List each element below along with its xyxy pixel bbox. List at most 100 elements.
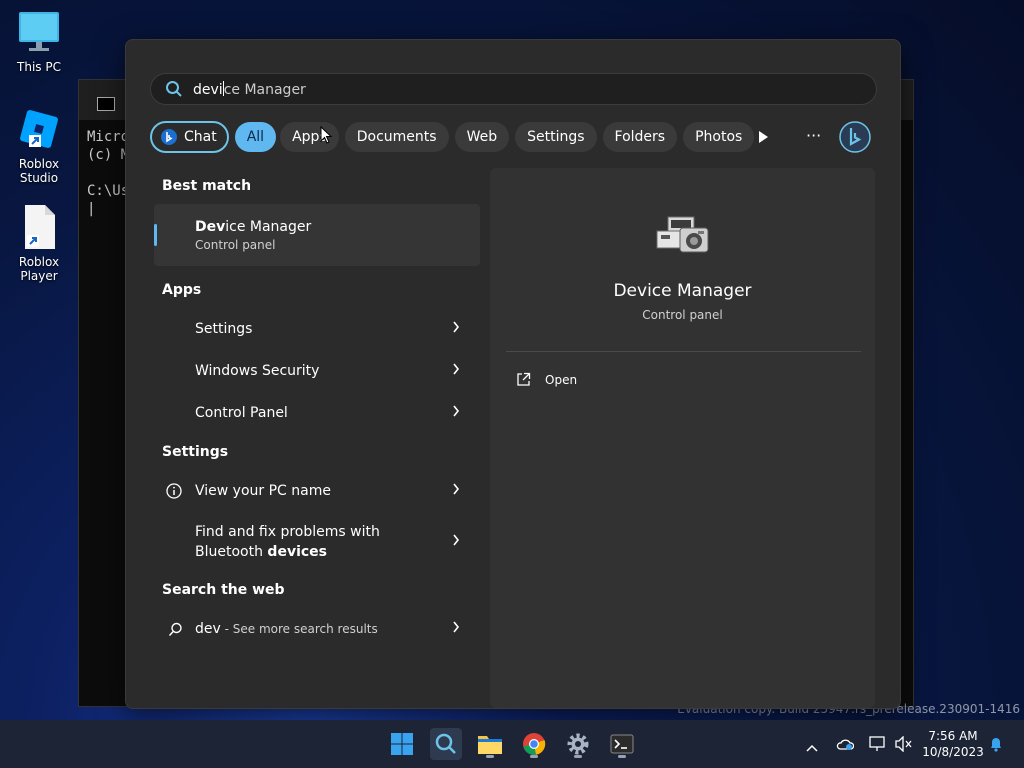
- section-title: Best match: [162, 178, 252, 194]
- chrome-icon: [523, 733, 546, 755]
- result-label: View your PC name: [195, 483, 331, 499]
- chevron-up-icon[interactable]: [806, 737, 818, 756]
- running-indicator: [574, 755, 582, 758]
- taskbar-terminal[interactable]: [606, 728, 638, 760]
- chip-label: Documents: [356, 129, 437, 145]
- device-manager-icon: [654, 214, 710, 264]
- search-query: device Manager: [193, 80, 306, 98]
- more-options-icon[interactable]: ···: [806, 126, 821, 145]
- notification-bell-icon[interactable]: [989, 736, 1003, 756]
- section-title: Apps: [162, 282, 202, 298]
- preview-title: Device Manager: [613, 281, 752, 301]
- monitor-icon: [17, 10, 61, 56]
- chevron-right-icon[interactable]: [452, 621, 460, 637]
- results-list: Best match Device Manager Control panel …: [154, 168, 480, 650]
- folder-icon: [478, 736, 502, 754]
- preview-subtitle: Control panel: [642, 308, 723, 322]
- result-title: Device Manager: [195, 219, 311, 235]
- clock-time: 7:56 AM: [928, 729, 978, 743]
- windows-logo-icon: [391, 733, 413, 755]
- chip-label: Photos: [695, 129, 743, 145]
- chip-label: Folders: [614, 129, 666, 145]
- result-web-search[interactable]: dev - See more search results: [154, 608, 480, 650]
- search-icon: [435, 733, 456, 754]
- running-indicator: [618, 755, 626, 758]
- chip-label: Chat: [184, 129, 217, 145]
- divider: [506, 351, 861, 352]
- taskbar: 7:56 AM 10/8/2023: [0, 720, 1024, 768]
- play-more-icon[interactable]: [756, 129, 770, 148]
- search-input[interactable]: device Manager: [150, 73, 877, 105]
- match-highlight: devices: [267, 544, 327, 560]
- desktop-icon-roblox-studio[interactable]: Roblox Studio: [1, 105, 77, 185]
- chip-all[interactable]: All: [234, 122, 277, 152]
- selection-indicator: [154, 224, 157, 246]
- chevron-right-icon[interactable]: [452, 532, 460, 552]
- result-windows-security[interactable]: Windows Security: [154, 350, 480, 392]
- running-indicator: [486, 755, 494, 758]
- bing-icon: [160, 128, 178, 146]
- taskbar-chrome[interactable]: [518, 728, 550, 760]
- chip-chat[interactable]: Chat: [150, 121, 229, 153]
- result-label: Find and fix problems with Bluetooth dev…: [195, 522, 380, 562]
- result-label: Control Panel: [195, 405, 288, 421]
- result-settings[interactable]: Settings: [154, 308, 480, 350]
- best-match-device-manager[interactable]: Device Manager Control panel: [154, 204, 480, 266]
- clock-date: 10/8/2023: [922, 745, 984, 759]
- open-external-icon: [516, 372, 531, 387]
- network-icon[interactable]: [868, 736, 886, 756]
- desktop-icon-label: Roblox Studio: [18, 157, 60, 185]
- chip-web[interactable]: Web: [454, 122, 510, 152]
- section-title: Settings: [162, 444, 229, 460]
- label-line: Find and fix problems with: [195, 524, 380, 540]
- filter-chips: Chat All Apps Documents Web Settings Fol…: [150, 121, 755, 153]
- result-bluetooth-troubleshoot[interactable]: Find and fix problems with Bluetooth dev…: [154, 512, 480, 572]
- taskbar-settings[interactable]: [562, 728, 594, 760]
- clock[interactable]: 7:56 AM 10/8/2023: [918, 728, 988, 760]
- chevron-right-icon[interactable]: [452, 405, 460, 421]
- chip-photos[interactable]: Photos: [683, 122, 755, 152]
- bing-chat-icon[interactable]: [839, 121, 871, 157]
- mouse-cursor-icon: [320, 125, 333, 148]
- result-label: Settings: [195, 321, 253, 337]
- desktop-icon-this-pc[interactable]: This PC: [1, 10, 77, 74]
- chip-label: Settings: [527, 129, 585, 145]
- taskbar-search-button[interactable]: [430, 728, 462, 760]
- search-icon: [168, 622, 183, 641]
- chip-label: All: [246, 129, 265, 145]
- info-icon: [166, 483, 182, 503]
- desktop-icon-label: This PC: [17, 60, 61, 74]
- onedrive-icon[interactable]: [836, 736, 855, 755]
- search-icon: [165, 80, 183, 98]
- desktop-icon-roblox-player[interactable]: Roblox Player: [1, 203, 77, 283]
- typed-text: devi: [193, 81, 223, 98]
- open-action[interactable]: Open: [516, 372, 577, 387]
- web-query: dev: [195, 621, 221, 637]
- chevron-right-icon[interactable]: [452, 363, 460, 379]
- chip-folders[interactable]: Folders: [602, 122, 678, 152]
- gear-icon: [567, 733, 589, 755]
- autocomplete-text: ce Manager: [223, 81, 306, 98]
- terminal-icon: [610, 734, 634, 754]
- cmd-icon: [97, 97, 115, 111]
- chip-settings[interactable]: Settings: [515, 122, 597, 152]
- result-label: Windows Security: [195, 363, 320, 379]
- volume-muted-icon[interactable]: [894, 735, 912, 756]
- chevron-right-icon[interactable]: [452, 483, 460, 499]
- chevron-right-icon[interactable]: [452, 321, 460, 337]
- label-text: Bluetooth: [195, 544, 268, 560]
- result-control-panel[interactable]: Control Panel: [154, 392, 480, 434]
- roblox-studio-icon: [15, 105, 63, 153]
- desktop-icon-label: Roblox Player: [18, 255, 60, 283]
- match-highlight: Dev: [195, 218, 226, 235]
- result-subtitle: Control panel: [195, 237, 276, 252]
- open-label: Open: [545, 372, 578, 387]
- file-icon: [19, 203, 59, 251]
- taskbar-file-explorer[interactable]: [474, 728, 506, 760]
- preview-pane: Device Manager Control panel Open: [490, 168, 875, 708]
- search-panel: device Manager Chat All Apps Documents W…: [125, 39, 901, 709]
- start-button[interactable]: [386, 728, 418, 760]
- section-title: Search the web: [162, 582, 285, 598]
- result-view-pc-name[interactable]: View your PC name: [154, 470, 480, 512]
- chip-documents[interactable]: Documents: [344, 122, 449, 152]
